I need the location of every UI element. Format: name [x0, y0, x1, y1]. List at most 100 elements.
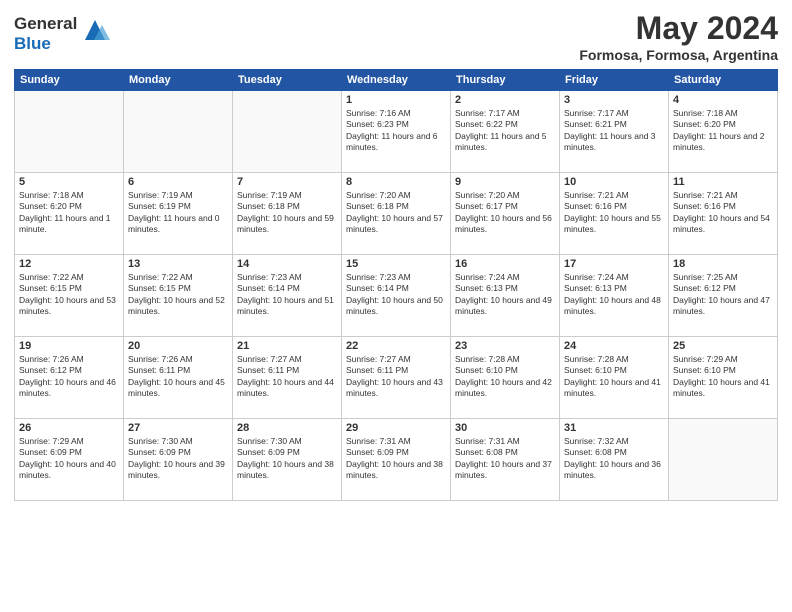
day-number: 17 [564, 258, 664, 270]
table-row: 15 Sunrise: 7:23 AM Sunset: 6:14 PM Dayli… [342, 255, 451, 337]
day-number: 15 [346, 258, 446, 270]
day-info: Sunrise: 7:31 AM Sunset: 6:09 PM Dayligh… [346, 436, 446, 482]
page: General Blue May 2024 Formosa, Formosa, … [0, 0, 792, 612]
day-info: Sunrise: 7:17 AM Sunset: 6:21 PM Dayligh… [564, 108, 664, 154]
day-number: 10 [564, 176, 664, 188]
header: General Blue May 2024 Formosa, Formosa, … [14, 10, 778, 63]
day-info: Sunrise: 7:24 AM Sunset: 6:13 PM Dayligh… [455, 272, 555, 318]
day-number: 18 [673, 258, 773, 270]
day-info: Sunrise: 7:22 AM Sunset: 6:15 PM Dayligh… [19, 272, 119, 318]
day-number: 1 [346, 94, 446, 106]
table-row: 24 Sunrise: 7:28 AM Sunset: 6:10 PM Dayli… [560, 337, 669, 419]
table-row: 29Sunrise: 7:31 AM Sunset: 6:09 PM Dayli… [342, 419, 451, 501]
table-row: 12 Sunrise: 7:22 AM Sunset: 6:15 PM Dayli… [15, 255, 124, 337]
day-number: 6 [128, 176, 228, 188]
day-info: Sunrise: 7:31 AM Sunset: 6:08 PM Dayligh… [455, 436, 555, 482]
day-number: 2 [455, 94, 555, 106]
day-number: 16 [455, 258, 555, 270]
col-sunday: Sunday [15, 70, 124, 91]
day-info: Sunrise: 7:24 AM Sunset: 6:13 PM Dayligh… [564, 272, 664, 318]
day-number: 24 [564, 340, 664, 352]
day-number: 11 [673, 176, 773, 188]
day-info: Sunrise: 7:19 AM Sunset: 6:18 PM Dayligh… [237, 190, 337, 236]
table-row: 4Sunrise: 7:18 AM Sunset: 6:20 PM Daylig… [669, 91, 778, 173]
day-info: Sunrise: 7:26 AM Sunset: 6:12 PM Dayligh… [19, 354, 119, 400]
day-info: Sunrise: 7:25 AM Sunset: 6:12 PM Dayligh… [673, 272, 773, 318]
table-row: 28Sunrise: 7:30 AM Sunset: 6:09 PM Dayli… [233, 419, 342, 501]
day-info: Sunrise: 7:16 AM Sunset: 6:23 PM Dayligh… [346, 108, 446, 154]
table-row: 22 Sunrise: 7:27 AM Sunset: 6:11 PM Dayli… [342, 337, 451, 419]
table-row: 13 Sunrise: 7:22 AM Sunset: 6:15 PM Dayli… [124, 255, 233, 337]
day-number: 14 [237, 258, 337, 270]
table-row [124, 91, 233, 173]
subtitle: Formosa, Formosa, Argentina [579, 47, 778, 63]
day-number: 21 [237, 340, 337, 352]
calendar-week-row: 12 Sunrise: 7:22 AM Sunset: 6:15 PM Dayli… [15, 255, 778, 337]
day-info: Sunrise: 7:17 AM Sunset: 6:22 PM Dayligh… [455, 108, 555, 154]
day-info: Sunrise: 7:22 AM Sunset: 6:15 PM Dayligh… [128, 272, 228, 318]
col-wednesday: Wednesday [342, 70, 451, 91]
day-number: 9 [455, 176, 555, 188]
day-info: Sunrise: 7:30 AM Sunset: 6:09 PM Dayligh… [128, 436, 228, 482]
day-number: 26 [19, 422, 119, 434]
calendar-week-row: 1 Sunrise: 7:16 AM Sunset: 6:23 PM Daylig… [15, 91, 778, 173]
title-block: May 2024 Formosa, Formosa, Argentina [579, 10, 778, 63]
table-row: 20 Sunrise: 7:26 AM Sunset: 6:11 PM Dayli… [124, 337, 233, 419]
table-row: 10Sunrise: 7:21 AM Sunset: 6:16 PM Dayli… [560, 173, 669, 255]
day-number: 8 [346, 176, 446, 188]
day-number: 25 [673, 340, 773, 352]
table-row: 5Sunrise: 7:18 AM Sunset: 6:20 PM Daylig… [15, 173, 124, 255]
calendar-week-row: 5Sunrise: 7:18 AM Sunset: 6:20 PM Daylig… [15, 173, 778, 255]
day-info: Sunrise: 7:32 AM Sunset: 6:08 PM Dayligh… [564, 436, 664, 482]
table-row: 31 Sunrise: 7:32 AM Sunset: 6:08 PM Dayli… [560, 419, 669, 501]
day-info: Sunrise: 7:27 AM Sunset: 6:11 PM Dayligh… [346, 354, 446, 400]
day-number: 4 [673, 94, 773, 106]
day-number: 28 [237, 422, 337, 434]
day-info: Sunrise: 7:20 AM Sunset: 6:18 PM Dayligh… [346, 190, 446, 236]
day-number: 13 [128, 258, 228, 270]
day-number: 23 [455, 340, 555, 352]
day-info: Sunrise: 7:28 AM Sunset: 6:10 PM Dayligh… [455, 354, 555, 400]
day-number: 12 [19, 258, 119, 270]
table-row: 2 Sunrise: 7:17 AM Sunset: 6:22 PM Daylig… [451, 91, 560, 173]
logo-blue: Blue [14, 34, 77, 54]
calendar-header-row: Sunday Monday Tuesday Wednesday Thursday… [15, 70, 778, 91]
table-row: 16 Sunrise: 7:24 AM Sunset: 6:13 PM Dayli… [451, 255, 560, 337]
day-number: 7 [237, 176, 337, 188]
day-info: Sunrise: 7:29 AM Sunset: 6:10 PM Dayligh… [673, 354, 773, 400]
day-info: Sunrise: 7:21 AM Sunset: 6:16 PM Dayligh… [673, 190, 773, 236]
table-row: 25 Sunrise: 7:29 AM Sunset: 6:10 PM Dayli… [669, 337, 778, 419]
table-row: 27 Sunrise: 7:30 AM Sunset: 6:09 PM Dayli… [124, 419, 233, 501]
table-row: 1 Sunrise: 7:16 AM Sunset: 6:23 PM Daylig… [342, 91, 451, 173]
table-row [233, 91, 342, 173]
day-info: Sunrise: 7:23 AM Sunset: 6:14 PM Dayligh… [237, 272, 337, 318]
table-row: 9 Sunrise: 7:20 AM Sunset: 6:17 PM Daylig… [451, 173, 560, 255]
table-row: 18 Sunrise: 7:25 AM Sunset: 6:12 PM Dayli… [669, 255, 778, 337]
day-number: 27 [128, 422, 228, 434]
table-row: 23 Sunrise: 7:28 AM Sunset: 6:10 PM Dayli… [451, 337, 560, 419]
table-row: 8 Sunrise: 7:20 AM Sunset: 6:18 PM Daylig… [342, 173, 451, 255]
table-row: 19 Sunrise: 7:26 AM Sunset: 6:12 PM Dayli… [15, 337, 124, 419]
main-title: May 2024 [579, 10, 778, 47]
table-row: 30Sunrise: 7:31 AM Sunset: 6:08 PM Dayli… [451, 419, 560, 501]
day-number: 22 [346, 340, 446, 352]
col-thursday: Thursday [451, 70, 560, 91]
day-number: 31 [564, 422, 664, 434]
day-info: Sunrise: 7:23 AM Sunset: 6:14 PM Dayligh… [346, 272, 446, 318]
day-info: Sunrise: 7:28 AM Sunset: 6:10 PM Dayligh… [564, 354, 664, 400]
table-row: 6Sunrise: 7:19 AM Sunset: 6:19 PM Daylig… [124, 173, 233, 255]
calendar-week-row: 19 Sunrise: 7:26 AM Sunset: 6:12 PM Dayli… [15, 337, 778, 419]
day-info: Sunrise: 7:27 AM Sunset: 6:11 PM Dayligh… [237, 354, 337, 400]
logo-general: General [14, 14, 77, 34]
col-monday: Monday [124, 70, 233, 91]
day-info: Sunrise: 7:26 AM Sunset: 6:11 PM Dayligh… [128, 354, 228, 400]
day-number: 19 [19, 340, 119, 352]
day-info: Sunrise: 7:18 AM Sunset: 6:20 PM Dayligh… [19, 190, 119, 236]
day-number: 20 [128, 340, 228, 352]
table-row: 3Sunrise: 7:17 AM Sunset: 6:21 PM Daylig… [560, 91, 669, 173]
table-row: 7 Sunrise: 7:19 AM Sunset: 6:18 PM Daylig… [233, 173, 342, 255]
day-info: Sunrise: 7:20 AM Sunset: 6:17 PM Dayligh… [455, 190, 555, 236]
table-row [669, 419, 778, 501]
logo: General Blue [14, 14, 110, 55]
table-row: 26Sunrise: 7:29 AM Sunset: 6:09 PM Dayli… [15, 419, 124, 501]
